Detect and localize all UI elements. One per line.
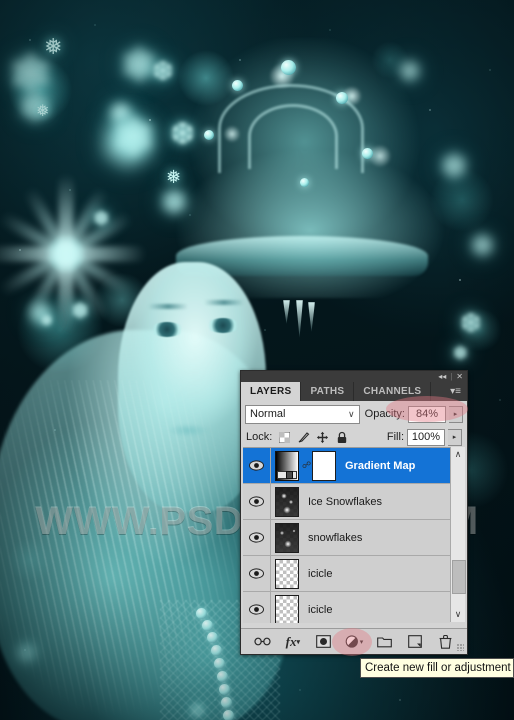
titlebar-separator: | — [450, 372, 453, 381]
layer-name: Gradient Map — [345, 459, 416, 472]
screenshot-root: ❄ ❅ ❄ ❆ ❄ ❅ ❆ ❄ ❅ ❄ ❅ ❄ ❅ ❅ ❄ ❅ ❄ ❆ ❄ ❅ … — [0, 0, 514, 720]
layer-name: icicle — [308, 567, 333, 580]
table-row[interactable]: snowflakes — [243, 520, 450, 556]
lock-transparency-icon[interactable] — [278, 431, 291, 444]
scroll-up-icon[interactable]: ∧ — [451, 447, 465, 462]
lock-row: Lock: Fill: 100% ▸ — [241, 425, 467, 448]
layer-visibility-toggle[interactable] — [243, 520, 271, 555]
layer-mask-thumbnail[interactable] — [312, 450, 336, 481]
collapse-icon[interactable]: ◂◂ — [438, 372, 446, 381]
eye-icon — [249, 604, 264, 615]
tab-paths[interactable]: PATHS — [301, 382, 355, 401]
lock-image-brush-icon[interactable] — [297, 431, 310, 444]
eye-icon — [249, 568, 264, 579]
table-row[interactable]: Ice Snowflakes — [243, 484, 450, 520]
layer-thumbnail-snow[interactable] — [275, 486, 299, 517]
photoshop-layers-panel: ◂◂ | ✕ LAYERS PATHS CHANNELS ▾≡ Normal ∨… — [240, 370, 468, 655]
create-group-icon[interactable] — [375, 633, 395, 651]
opacity-spinner[interactable]: ▸ — [449, 405, 463, 423]
panel-resize-grip[interactable] — [457, 644, 464, 651]
fill-label: Fill: — [386, 431, 404, 443]
scroll-down-icon[interactable]: ∨ — [451, 607, 465, 622]
table-row[interactable]: ☍ Gradient Map — [243, 448, 450, 484]
layer-thumbnails: ☍ — [271, 450, 336, 481]
link-icon[interactable]: ☍ — [302, 460, 311, 471]
panel-tabs: LAYERS PATHS CHANNELS ▾≡ — [241, 382, 467, 401]
fill-spinner[interactable]: ▸ — [448, 428, 462, 446]
panel-menu-icon[interactable]: ▾≡ — [444, 382, 467, 401]
layer-name: snowflakes — [308, 531, 363, 544]
blend-mode-row: Normal ∨ Opacity: 84% ▸ — [241, 401, 467, 425]
layer-name: icicle — [308, 603, 333, 616]
close-icon[interactable]: ✕ — [456, 372, 463, 381]
panel-titlebar[interactable]: ◂◂ | ✕ — [241, 371, 467, 382]
eye-icon — [249, 496, 264, 507]
layer-visibility-toggle[interactable] — [243, 556, 271, 591]
table-row[interactable]: icicle — [243, 556, 450, 592]
layer-visibility-toggle[interactable] — [243, 448, 271, 483]
create-fill-adjustment-icon[interactable]: ▾ — [344, 633, 364, 651]
opacity-control: Opacity: 84% ▸ — [364, 405, 463, 423]
layer-list: ☍ Gradient Map Ice Snowflakes snowflakes… — [243, 447, 450, 623]
layer-thumbnails — [271, 558, 299, 589]
blend-mode-value: Normal — [250, 408, 286, 420]
scrollbar-thumb[interactable] — [452, 560, 466, 594]
panel-bottom-toolbar: fx ▾ ▾ — [241, 628, 467, 654]
blend-mode-select[interactable]: Normal ∨ — [245, 404, 360, 424]
opacity-input[interactable]: 84% — [408, 405, 446, 423]
layer-thumbnails — [271, 522, 299, 553]
fill-control: Fill: 100% ▸ — [386, 428, 462, 446]
opacity-label: Opacity: — [364, 408, 405, 420]
eye-icon — [249, 532, 264, 543]
layer-thumbnail-transparent[interactable] — [275, 558, 299, 589]
tab-layers[interactable]: LAYERS — [241, 382, 302, 401]
layer-thumbnails — [271, 486, 299, 517]
table-row[interactable]: icicle — [243, 592, 450, 623]
lock-all-padlock-icon[interactable] — [335, 431, 348, 444]
layer-visibility-toggle[interactable] — [243, 592, 271, 623]
layer-thumbnails — [271, 594, 299, 623]
eye-icon — [249, 460, 264, 471]
create-new-layer-icon[interactable] — [405, 633, 425, 651]
layer-thumbnail-gradient[interactable] — [275, 450, 299, 481]
lock-label: Lock: — [246, 431, 273, 443]
fill-input[interactable]: 100% — [407, 428, 445, 446]
tooltip: Create new fill or adjustment — [360, 658, 514, 678]
layer-visibility-toggle[interactable] — [243, 484, 271, 519]
tab-channels[interactable]: CHANNELS — [354, 382, 432, 401]
layer-style-fx-icon[interactable]: fx ▾ — [283, 633, 303, 651]
delete-layer-trash-icon[interactable] — [436, 633, 456, 651]
layer-list-scrollbar[interactable]: ∧ ∨ — [450, 447, 466, 622]
link-layers-icon[interactable] — [252, 633, 272, 651]
layer-name: Ice Snowflakes — [308, 495, 382, 508]
layer-thumbnail-snow[interactable] — [275, 522, 299, 553]
lock-position-move-icon[interactable] — [316, 431, 329, 444]
scrollbar-track[interactable] — [451, 462, 466, 607]
layer-thumbnail-transparent[interactable] — [275, 594, 299, 623]
add-layer-mask-icon[interactable] — [313, 633, 333, 651]
chevron-down-icon: ∨ — [348, 408, 355, 419]
